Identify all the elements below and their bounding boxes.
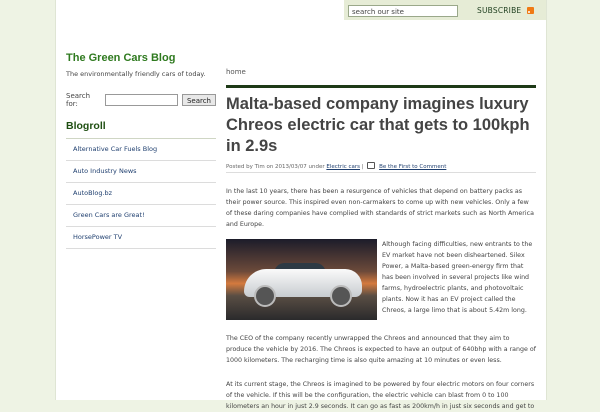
post-paragraph: At its current stage, the Chreos is imag… xyxy=(226,381,535,410)
top-bar: search our site SUBSCRIBE xyxy=(344,0,546,20)
blogroll-link[interactable]: Auto Industry News xyxy=(66,161,216,183)
comment-link[interactable]: Be the First to Comment xyxy=(379,164,446,170)
post-paragraph: The CEO of the company recently unwrappe… xyxy=(226,335,536,364)
car-image xyxy=(226,239,377,320)
divider xyxy=(226,85,536,88)
post-meta-text: Posted by Tim on 2013/03/07 under xyxy=(226,164,325,170)
post-paragraph: Although facing difficulties, new entran… xyxy=(382,241,533,314)
subscribe-label[interactable]: SUBSCRIBE xyxy=(477,6,521,15)
sidebar-search: Search for: Search xyxy=(66,92,216,108)
blog-title[interactable]: The Green Cars Blog xyxy=(66,52,216,64)
comment-icon xyxy=(367,162,376,169)
car-wheel-shape xyxy=(330,285,352,307)
post-meta: Posted by Tim on 2013/03/07 under Electr… xyxy=(226,162,536,173)
page-container: search our site SUBSCRIBE The Green Cars… xyxy=(55,0,547,410)
search-label: Search for: xyxy=(66,92,91,108)
blogroll-link[interactable]: HorsePower TV xyxy=(66,227,216,249)
main-content: home Malta-based company imagines luxury… xyxy=(226,68,536,412)
blogroll-link[interactable]: AutoBlog.bz xyxy=(66,183,216,205)
search-input[interactable] xyxy=(105,94,178,106)
meta-separator: | xyxy=(361,164,364,170)
search-button[interactable]: Search xyxy=(181,94,216,106)
breadcrumb[interactable]: home xyxy=(226,68,536,76)
blogroll-list: Alternative Car Fuels Blog Auto Industry… xyxy=(66,139,216,249)
site-search-input[interactable]: search our site xyxy=(348,5,458,17)
post-figure-row: Although facing difficulties, new entran… xyxy=(226,239,536,320)
rss-icon[interactable] xyxy=(526,7,534,14)
sidebar: The Green Cars Blog The environmentally … xyxy=(66,52,216,249)
blogroll-link[interactable]: Green Cars are Great! xyxy=(66,205,216,227)
subscribe-link[interactable]: SUBSCRIBE xyxy=(477,5,534,17)
post-title[interactable]: Malta-based company imagines luxury Chre… xyxy=(226,94,536,157)
car-wheel-shape xyxy=(254,285,276,307)
blog-tagline: The environmentally friendly cars of tod… xyxy=(66,70,206,78)
category-link[interactable]: Electric cars xyxy=(326,164,360,170)
blogroll-heading: Blogroll xyxy=(66,120,216,139)
post-paragraph: In the last 10 years, there has been a r… xyxy=(226,188,534,228)
blogroll-link[interactable]: Alternative Car Fuels Blog xyxy=(66,139,216,161)
